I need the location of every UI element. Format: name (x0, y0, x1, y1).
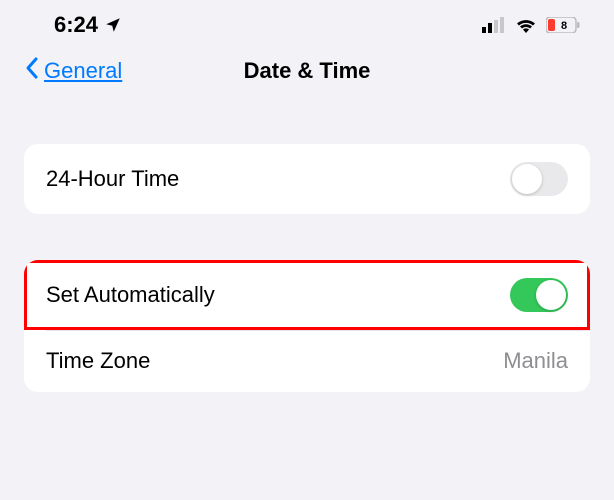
signal-icon (482, 17, 506, 33)
status-left: 6:24 (54, 12, 122, 38)
back-label: General (44, 58, 122, 84)
row-set-automatically: Set Automatically (24, 260, 590, 330)
row-label: 24-Hour Time (46, 166, 179, 192)
status-bar: 6:24 8 (0, 0, 614, 44)
settings-group-2: Set Automatically Time Zone Manila (24, 260, 590, 392)
row-time-zone[interactable]: Time Zone Manila (24, 330, 590, 392)
back-button[interactable]: General (24, 56, 122, 86)
wifi-icon (515, 17, 537, 33)
svg-text:8: 8 (561, 20, 567, 32)
chevron-left-icon (24, 56, 40, 86)
row-label: Set Automatically (46, 282, 215, 308)
battery-icon: 8 (546, 17, 580, 33)
nav-bar: General Date & Time (0, 44, 614, 106)
row-24-hour-time: 24-Hour Time (24, 144, 590, 214)
page-title: Date & Time (244, 58, 371, 84)
status-time: 6:24 (54, 12, 98, 38)
toggle-knob (512, 164, 542, 194)
status-right: 8 (482, 17, 580, 33)
row-label: Time Zone (46, 348, 150, 374)
toggle-set-automatically[interactable] (510, 278, 568, 312)
location-icon (104, 16, 122, 34)
settings-group-1: 24-Hour Time (24, 144, 590, 214)
toggle-24-hour-time[interactable] (510, 162, 568, 196)
row-value: Manila (503, 348, 568, 374)
toggle-knob (536, 280, 566, 310)
